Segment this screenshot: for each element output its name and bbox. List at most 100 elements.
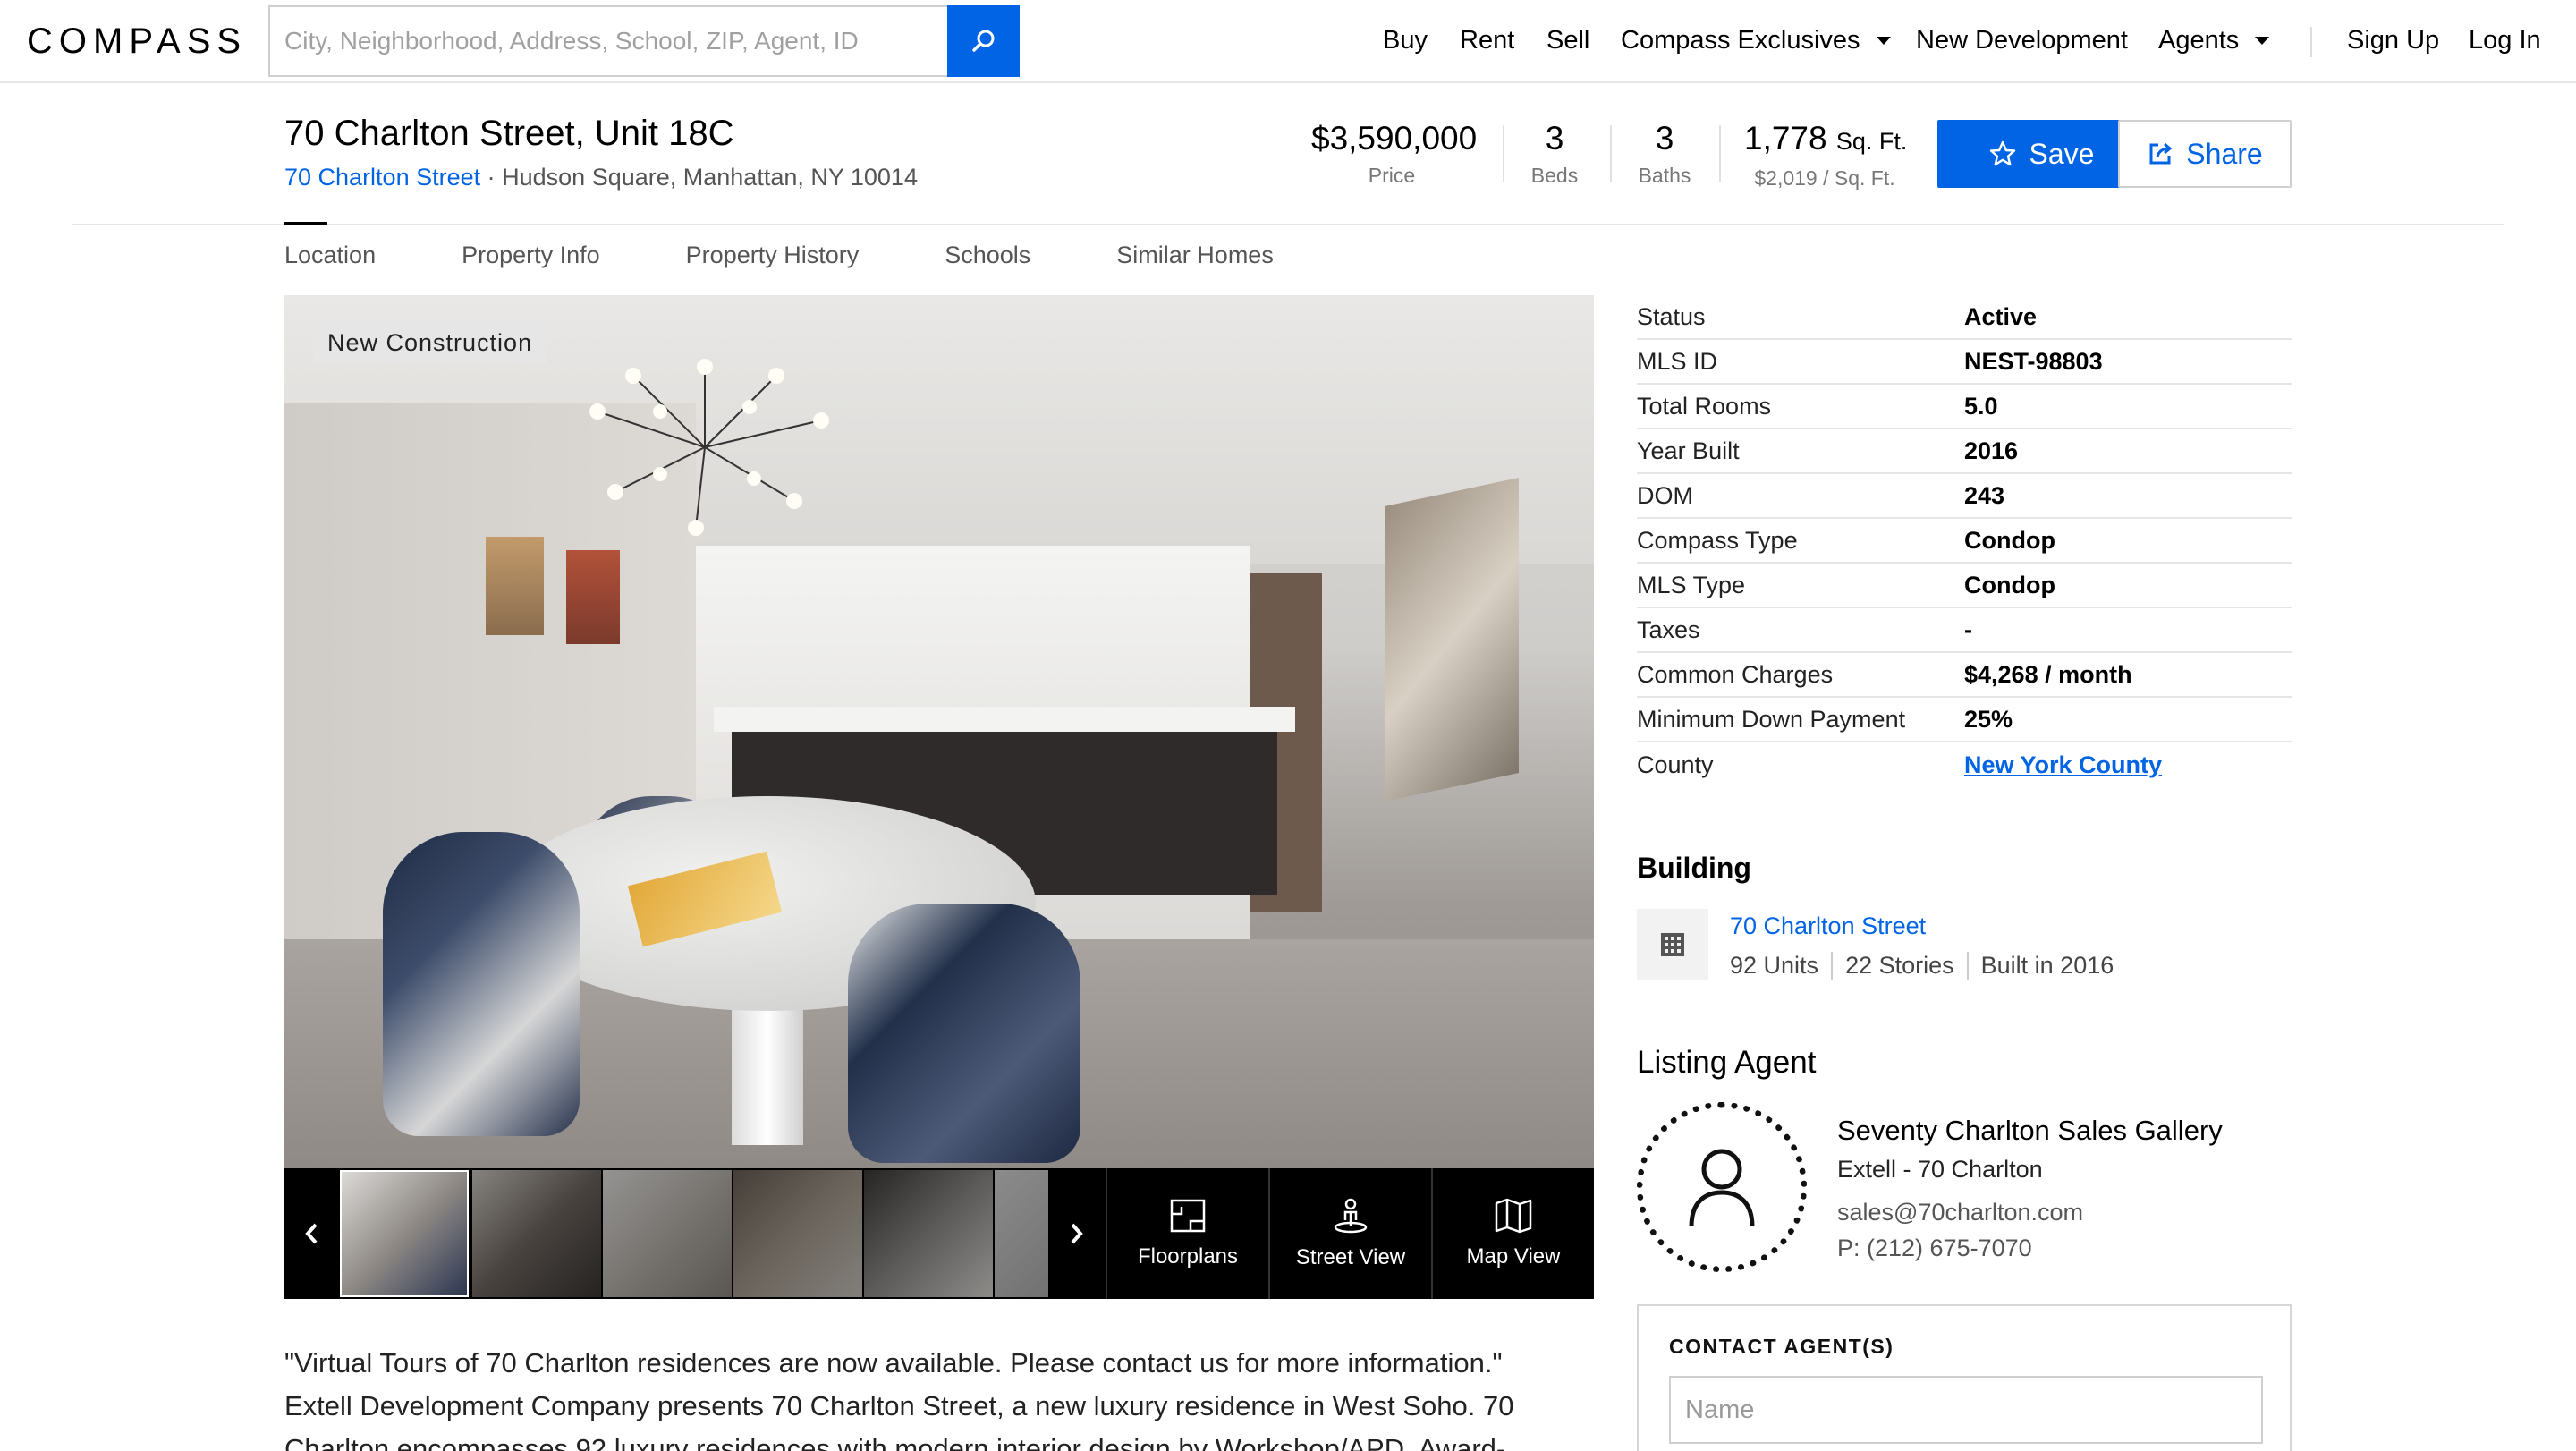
stat-divider	[1719, 125, 1721, 182]
nav-buy-label: Buy	[1383, 25, 1428, 55]
detail-key: MLS ID	[1637, 347, 1718, 375]
building-meta: 92 Units 22 Stories Built in 2016	[1730, 952, 2126, 980]
sign-up-link[interactable]: Sign Up	[2347, 0, 2439, 81]
baths-value: 3	[1655, 120, 1674, 157]
photo-countertop	[714, 707, 1295, 732]
photo-thumbnail[interactable]	[340, 1170, 469, 1297]
save-button[interactable]: Save	[1937, 120, 2145, 188]
price-value: $3,590,000	[1311, 120, 1478, 157]
share-button[interactable]: Share	[2118, 120, 2292, 188]
save-label: Save	[2029, 137, 2095, 170]
photo-thumbnail[interactable]	[864, 1170, 993, 1297]
floorplans-button[interactable]: Floorplans	[1106, 1168, 1268, 1299]
baths-label: Baths	[1638, 164, 1691, 187]
detail-key: MLS Type	[1637, 571, 1746, 598]
log-in-label: Log In	[2469, 25, 2541, 55]
listing-photo[interactable]	[284, 295, 1594, 1168]
photo-thumbnail[interactable]	[733, 1170, 862, 1297]
contact-name-input[interactable]	[1669, 1376, 2263, 1444]
building-name-link[interactable]: 70 Charlton Street	[1730, 912, 1926, 940]
county-link[interactable]: New York County	[1964, 751, 2162, 779]
detail-value: 25%	[1964, 705, 2013, 733]
nav-new-development-label: New Development	[1916, 25, 2128, 55]
compass-logo[interactable]: COMPASS	[27, 20, 247, 63]
section-divider	[72, 224, 2504, 225]
log-in-link[interactable]: Log In	[2469, 0, 2541, 81]
search-button[interactable]	[947, 5, 1020, 77]
price-label: Price	[1368, 164, 1416, 187]
photo-chandelier	[589, 359, 829, 536]
contact-agent-form: CONTACT AGENT(S)	[1637, 1304, 2292, 1451]
detail-row-dom: DOM 243	[1637, 474, 2292, 519]
listing-description: "Virtual Tours of 70 Charlton residences…	[284, 1347, 1514, 1451]
tab-schools[interactable]: Schools	[945, 242, 1030, 269]
street-view-label: Street View	[1295, 1245, 1406, 1269]
nav-agents[interactable]: Agents	[2158, 0, 2270, 81]
sqft-stat: 1,778 Sq. Ft. $2,019 / Sq. Ft.	[1744, 119, 1907, 191]
photo-thumbnail[interactable]	[995, 1170, 1048, 1297]
building-year: Built in 2016	[1980, 952, 2114, 979]
sign-up-label: Sign Up	[2347, 25, 2440, 55]
agent-phone[interactable]: P: (212) 675-7070	[1837, 1235, 2032, 1262]
nav-rent[interactable]: Rent	[1460, 0, 1514, 81]
nav-divider	[2310, 27, 2312, 57]
beds-label: Beds	[1530, 164, 1579, 187]
photo-chair	[383, 832, 580, 1136]
map-view-button[interactable]: Map View	[1431, 1168, 1594, 1299]
map-icon	[1495, 1198, 1532, 1234]
detail-value: Condop	[1964, 526, 2055, 554]
active-tab-indicator	[284, 222, 327, 225]
detail-key: Minimum Down Payment	[1637, 705, 1906, 733]
detail-value: 5.0	[1964, 392, 1998, 420]
detail-key: Common Charges	[1637, 660, 1834, 688]
photo-artwork	[1385, 478, 1519, 802]
tab-property-info[interactable]: Property Info	[462, 242, 600, 269]
detail-row-county: County New York County	[1637, 742, 2292, 787]
detail-row-compass-type: Compass Type Condop	[1637, 519, 2292, 564]
detail-value: Condop	[1964, 571, 2055, 598]
stat-divider	[1610, 125, 1612, 182]
building-link[interactable]: 70 Charlton Street	[284, 164, 480, 191]
photo-thumbnail-bar: Floorplans Street View Map View	[284, 1168, 1594, 1299]
photo-artwork	[486, 537, 544, 635]
tab-similar-homes[interactable]: Similar Homes	[1116, 242, 1274, 269]
detail-key: Total Rooms	[1637, 392, 1772, 420]
star-icon	[1989, 140, 2015, 166]
nav-buy[interactable]: Buy	[1383, 0, 1428, 81]
nav-compass-exclusives[interactable]: Compass Exclusives	[1621, 0, 1891, 81]
share-label: Share	[2186, 137, 2263, 170]
building-icon	[1637, 909, 1708, 980]
photo-thumbnail[interactable]	[603, 1170, 732, 1297]
person-icon	[1689, 1149, 1755, 1227]
detail-key: Status	[1637, 302, 1706, 330]
building-units: 92 Units	[1730, 952, 1834, 980]
tab-location[interactable]: Location	[284, 242, 376, 269]
listing-agent-section-title: Listing Agent	[1637, 1045, 1817, 1080]
detail-row-mls-id: MLS ID NEST-98803	[1637, 340, 2292, 385]
detail-value: Active	[1964, 302, 2038, 330]
nav-new-development[interactable]: New Development	[1916, 0, 2128, 81]
chevron-down-icon	[2255, 36, 2270, 45]
price-per-sqft: $2,019 / Sq. Ft.	[1754, 166, 1895, 190]
map-view-label: Map View	[1466, 1244, 1561, 1269]
agent-email-link[interactable]: sales@70charlton.com	[1837, 1199, 2083, 1226]
street-view-button[interactable]: Street View	[1268, 1168, 1431, 1299]
detail-row-year-built: Year Built 2016	[1637, 429, 2292, 474]
nav-sell[interactable]: Sell	[1546, 0, 1589, 81]
location-text: · Hudson Square, Manhattan, NY 10014	[487, 164, 918, 191]
tab-property-history[interactable]: Property History	[686, 242, 860, 269]
contact-form-title: CONTACT AGENT(S)	[1669, 1335, 1894, 1358]
nav-rent-label: Rent	[1460, 25, 1515, 55]
section-tabs: Location Property Info Property History …	[284, 242, 1360, 269]
next-photo-button[interactable]	[1048, 1168, 1104, 1299]
detail-value: -	[1964, 615, 1972, 643]
search-input[interactable]	[270, 7, 950, 75]
detail-key: County	[1637, 751, 1714, 778]
detail-row-total-rooms: Total Rooms 5.0	[1637, 385, 2292, 429]
photo-thumbnail[interactable]	[472, 1170, 601, 1297]
nav-sell-label: Sell	[1546, 25, 1590, 55]
previous-photo-button[interactable]	[284, 1168, 340, 1299]
agent-name: Seventy Charlton Sales Gallery	[1837, 1115, 2223, 1146]
detail-value: $4,268 / month	[1964, 660, 2132, 688]
nav-exclusives-label: Compass Exclusives	[1621, 25, 1860, 55]
